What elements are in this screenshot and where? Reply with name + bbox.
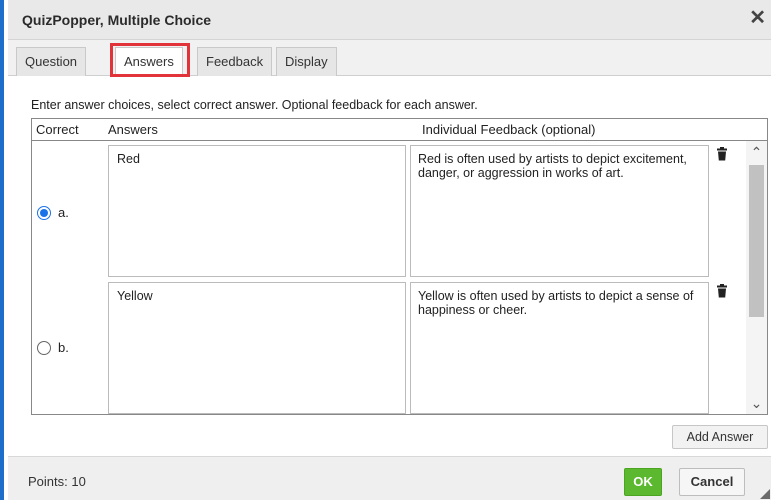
ok-button[interactable]: OK	[624, 468, 662, 496]
resize-grip-icon[interactable]	[760, 489, 770, 499]
table-header: Correct Answers Individual Feedback (opt…	[32, 119, 767, 141]
row-label: a.	[58, 205, 69, 220]
answer-row: a. Red Red is often used by artists to d…	[32, 142, 745, 277]
header-feedback: Individual Feedback (optional)	[422, 122, 596, 137]
cancel-button[interactable]: Cancel	[679, 468, 745, 496]
answer-text-field[interactable]: Red	[108, 145, 406, 277]
chevron-up-icon[interactable]: ⌃	[746, 141, 767, 163]
answer-row: b. Yellow Yellow is often used by artist…	[32, 279, 745, 414]
header-answers: Answers	[108, 122, 158, 137]
tab-question[interactable]: Question	[16, 47, 87, 76]
chevron-down-icon[interactable]: ⌄	[746, 392, 767, 414]
dialog-titlebar: QuizPopper, Multiple Choice ✕	[8, 0, 771, 40]
points-label: Points: 10	[28, 474, 86, 489]
correct-radio-a[interactable]	[37, 206, 51, 220]
answer-text-field[interactable]: Yellow	[108, 282, 406, 414]
trash-icon[interactable]	[716, 284, 728, 298]
trash-icon[interactable]	[716, 147, 728, 161]
feedback-text-field[interactable]: Red is often used by artists to depict e…	[410, 145, 709, 277]
scrollbar-thumb[interactable]	[749, 165, 764, 317]
tab-answers[interactable]: Answers	[115, 47, 183, 77]
dialog-title: QuizPopper, Multiple Choice	[22, 12, 212, 28]
dialog-window: QuizPopper, Multiple Choice ✕ Question A…	[0, 0, 771, 500]
dialog-footer: Points: 10 OK Cancel	[8, 456, 771, 500]
header-correct: Correct	[36, 122, 79, 137]
tab-display[interactable]: Display	[276, 47, 337, 76]
feedback-text-field[interactable]: Yellow is often used by artists to depic…	[410, 282, 709, 414]
answers-table: Correct Answers Individual Feedback (opt…	[31, 118, 768, 415]
correct-radio-b[interactable]	[37, 341, 51, 355]
instructions-text: Enter answer choices, select correct ans…	[31, 98, 478, 112]
close-icon[interactable]: ✕	[749, 8, 766, 28]
tab-feedback[interactable]: Feedback	[197, 47, 273, 76]
add-answer-button[interactable]: Add Answer	[672, 425, 768, 449]
tab-bar: Question Answers Feedback Display	[8, 40, 771, 77]
row-label: b.	[58, 340, 69, 355]
vertical-scrollbar[interactable]: ⌃ ⌄	[746, 141, 767, 414]
